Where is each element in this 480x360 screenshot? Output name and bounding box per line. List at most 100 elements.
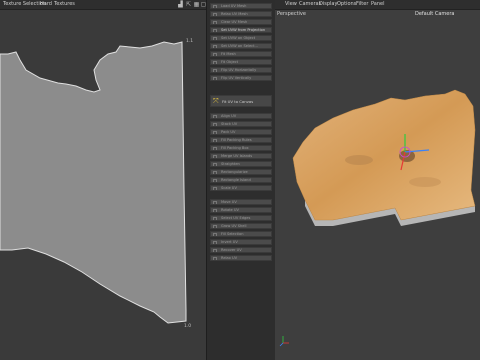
- cmd-stack-uv-button[interactable]: Stack UV: [210, 121, 272, 127]
- cmd-fill-selection-button[interactable]: Fill Selection: [210, 231, 272, 237]
- cmd-merge-uv-islands-button[interactable]: Merge UV Islands: [210, 153, 272, 159]
- uv-axis-label-bottom: 1.0: [184, 324, 192, 329]
- uv-menubar: Texture Selection Hard Textures ▟ ⇱ ▦ ▢: [0, 0, 206, 10]
- cmd-label: Fill Packing Box: [221, 146, 249, 150]
- cmd-fill-packing-rules-button[interactable]: Fill Packing Rules: [210, 137, 272, 143]
- cmd-fit-uv-to-canvas-button[interactable]: ⤧ Fit UV to Canvas: [210, 95, 272, 107]
- cmd-relax-uv-button[interactable]: Relax UV: [210, 255, 272, 261]
- uv-island-shape[interactable]: [0, 41, 187, 324]
- cmd-icon: [213, 170, 217, 174]
- cmd-flip-uv-vertically-button[interactable]: Flip UV Vertically: [210, 75, 272, 81]
- cmd-label: Flip UV Vertically: [221, 76, 252, 80]
- cmd-scale-uv-button[interactable]: Scale UV: [210, 185, 272, 191]
- viewport-3d[interactable]: Perspective Default Camera: [275, 10, 480, 360]
- uv-axis-label-top: 1.1: [186, 39, 194, 44]
- cmd-label: Recover UV: [221, 248, 242, 252]
- cmd-label: Pack UV: [221, 130, 236, 134]
- grid-icon[interactable]: ▦: [193, 1, 200, 8]
- terrain-mesh[interactable]: [292, 89, 476, 221]
- cmd-label: Fit Object: [221, 60, 239, 64]
- cmd-label: Invert UV: [221, 240, 238, 244]
- menu-panel[interactable]: Panel: [371, 1, 385, 7]
- menu-cameras[interactable]: Cameras: [299, 1, 321, 7]
- cmd-set-uvw-from-projection-button[interactable]: Set UVW from Projection: [210, 27, 272, 33]
- cmd-fit-mesh-button[interactable]: Fit Mesh: [210, 51, 272, 57]
- menu-textures[interactable]: Textures: [54, 1, 75, 7]
- axis-indicator-z: [279, 342, 284, 347]
- cmd-relax-uv-mesh-button[interactable]: Relax UV Mesh: [210, 11, 272, 17]
- cmd-label: Fill Selection: [221, 232, 244, 236]
- cmd-icon: [213, 130, 217, 134]
- cmd-label: Relax UV Mesh: [221, 12, 248, 16]
- cmd-label: Rectangle Island: [221, 178, 251, 182]
- menu-filter[interactable]: Filter: [356, 1, 368, 7]
- cmd-pack-uv-button[interactable]: Pack UV: [210, 129, 272, 135]
- cmd-label: Straighten: [221, 162, 240, 166]
- cmd-rectangularize-button[interactable]: Rectangularize: [210, 169, 272, 175]
- cmd-clear-uv-mesh-button[interactable]: Clear UV Mesh: [210, 19, 272, 25]
- menu-hard[interactable]: Hard: [40, 1, 52, 7]
- cmd-straighten-button[interactable]: Straighten: [210, 161, 272, 167]
- cmd-icon: [213, 60, 217, 64]
- terrain-ridge: [345, 155, 373, 165]
- cmd-label: Fill Packing Rules: [221, 138, 252, 142]
- command-panel: Load UV Mesh Relax UV Mesh Clear UV Mesh Se…: [206, 0, 276, 360]
- cmd-select-uv-edges-button[interactable]: Select UV Edges: [210, 215, 272, 221]
- cmd-recover-uv-button[interactable]: Recover UV: [210, 247, 272, 253]
- cmd-icon: [213, 122, 217, 126]
- cmd-label: Clear UV Mesh: [221, 20, 248, 24]
- cmd-rectangle-island-button[interactable]: Rectangle Island: [210, 177, 272, 183]
- cmd-icon: [213, 114, 217, 118]
- cmd-icon: [213, 200, 217, 204]
- cmd-label: Fit Mesh: [221, 52, 236, 56]
- cmd-label: Stack UV: [221, 122, 238, 126]
- cmd-load-uv-mesh-button[interactable]: Load UV Mesh: [210, 3, 272, 9]
- cmd-icon: [213, 44, 217, 48]
- chart-icon[interactable]: ▟: [177, 1, 184, 8]
- cmd-invert-uv-button[interactable]: Invert UV: [210, 239, 272, 245]
- cmd-icon: [213, 240, 217, 244]
- cmd-icon: [213, 28, 217, 32]
- cmd-fit-object-button[interactable]: Fit Object: [210, 59, 272, 65]
- cmd-fill-packing-box-button[interactable]: Fill Packing Box: [210, 145, 272, 151]
- cmd-icon: [213, 186, 217, 190]
- menu-display[interactable]: Display: [319, 1, 337, 7]
- cmd-icon: [213, 248, 217, 252]
- cmd-label: Merge UV Islands: [221, 154, 253, 158]
- cmd-label: Flip UV Horizontally: [221, 68, 257, 72]
- uv-map-svg: [0, 41, 187, 324]
- cmd-icon: [213, 138, 217, 142]
- cmd-icon: [213, 178, 217, 182]
- cmd-icon: [213, 256, 217, 260]
- terrain-ridge: [409, 177, 441, 187]
- cmd-label: Set UVW on Select...: [221, 44, 258, 48]
- cmd-icon: [213, 208, 217, 212]
- viewport-menubar: View Cameras Display Options Filter Pane…: [275, 0, 480, 10]
- cmd-icon: [213, 76, 217, 80]
- cmd-icon: [213, 68, 217, 72]
- cmd-icon: [213, 12, 217, 16]
- cmd-label: Grow UV Shell: [221, 224, 247, 228]
- menu-options[interactable]: Options: [337, 1, 356, 7]
- fit-canvas-icon: ⤧: [213, 97, 219, 105]
- cmd-icon: [213, 216, 217, 220]
- cmd-set-uvw-on-object-button[interactable]: Set UVW on Object: [210, 35, 272, 41]
- cmd-rotate-uv-button[interactable]: Rotate UV: [210, 207, 272, 213]
- export-icon[interactable]: ⇱: [185, 1, 192, 8]
- menu-view[interactable]: View: [285, 1, 297, 7]
- cmd-flip-uv-horizontally-button[interactable]: Flip UV Horizontally: [210, 67, 272, 73]
- cmd-icon: [213, 146, 217, 150]
- viewport-panel: View Cameras Display Options Filter Pane…: [275, 0, 480, 360]
- cmd-icon: [213, 154, 217, 158]
- cmd-label: Scale UV: [221, 186, 237, 190]
- cmd-label: Fit UV to Canvas: [222, 99, 254, 104]
- cmd-align-uv-button[interactable]: Align UV: [210, 113, 272, 119]
- cmd-set-uvw-on-select-button[interactable]: Set UVW on Select...: [210, 43, 272, 49]
- cmd-move-uv-button[interactable]: Move UV: [210, 199, 272, 205]
- cmd-icon: [213, 232, 217, 236]
- cmd-icon: [213, 52, 217, 56]
- uv-canvas[interactable]: 1.1 1.0: [0, 10, 206, 360]
- cmd-grow-uv-shell-button[interactable]: Grow UV Shell: [210, 223, 272, 229]
- cmd-label: Relax UV: [221, 256, 238, 260]
- cmd-icon: [213, 162, 217, 166]
